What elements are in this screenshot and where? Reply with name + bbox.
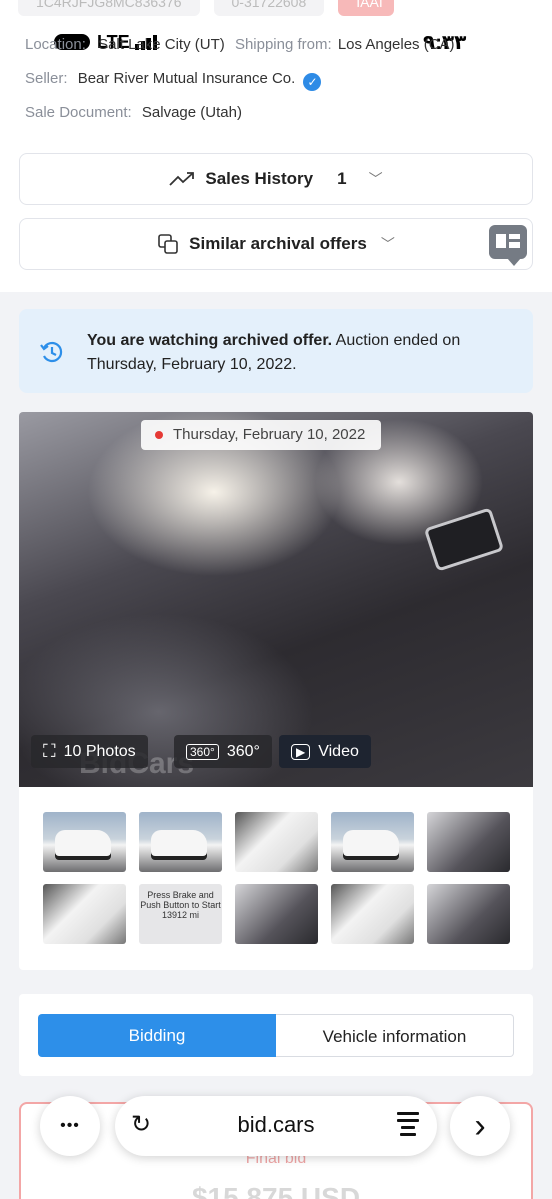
- dash-vent: [423, 507, 505, 572]
- sales-history-label: Sales History: [205, 169, 314, 188]
- play-icon: ▶: [291, 743, 311, 760]
- similar-offers-button[interactable]: Similar archival offers ﹀: [19, 218, 533, 270]
- thumbnail[interactable]: [427, 884, 510, 944]
- thumbnail[interactable]: [235, 884, 318, 944]
- seller-row: Seller: Bear River Mutual Insurance Co. …: [25, 70, 322, 91]
- thumbnail[interactable]: [331, 884, 414, 944]
- main-photo[interactable]: Thursday, February 10, 2022 BidCars: [19, 412, 533, 787]
- thumbnail[interactable]: [139, 812, 222, 872]
- location-row: Location: Salt Lake City (UT) Shipping f…: [25, 36, 455, 53]
- address-bar[interactable]: ↻ bid.cars: [115, 1096, 437, 1156]
- location-value: Salt Lake City (UT): [98, 36, 225, 53]
- lot-chip[interactable]: 0-31722608: [213, 0, 325, 16]
- thumbnail[interactable]: [43, 884, 126, 944]
- trending-up-icon: [169, 172, 195, 186]
- photos-button[interactable]: ⛶ 10 Photos: [31, 735, 148, 768]
- thumbnail[interactable]: [235, 812, 318, 872]
- details-tabs: Bidding Vehicle information: [19, 994, 533, 1076]
- video-button-label: Video: [318, 742, 359, 760]
- chevron-down-icon: ﹀: [380, 236, 395, 252]
- notice-bold: You are watching archived offer.: [87, 332, 333, 349]
- forward-button[interactable]: ›: [450, 1096, 510, 1156]
- sale-document-label: Sale Document:: [25, 104, 132, 121]
- chevron-right-icon: ›: [474, 1107, 486, 1145]
- photo-gallery: Thursday, February 10, 2022 BidCars ⛶ 10…: [19, 412, 533, 970]
- more-icon: •••: [60, 1117, 80, 1134]
- sale-document-row: Sale Document: Salvage (Utah): [25, 104, 242, 121]
- vin-chip[interactable]: 1C4RJFJG8MC836376: [18, 0, 200, 16]
- video-button[interactable]: ▶ Video: [279, 735, 371, 768]
- thumbnail[interactable]: [427, 812, 510, 872]
- notice-text: You are watching archived offer. Auction…: [87, 329, 517, 377]
- history-icon: [40, 341, 63, 363]
- 360-icon: 360°: [186, 743, 219, 760]
- view-360-label: 360°: [226, 742, 260, 760]
- thumbnail-grid: Press Brake and Push Button to Start 139…: [43, 812, 513, 944]
- sales-history-count: 1: [337, 169, 347, 188]
- similar-offers-label: Similar archival offers: [189, 234, 367, 253]
- fullscreen-icon: ⛶: [43, 741, 56, 761]
- verified-icon: ✓: [303, 73, 322, 91]
- top-chips: 1C4RJFJG8MC836376 0-31722608 IAAI: [18, 0, 395, 16]
- thumbnail[interactable]: [43, 812, 126, 872]
- chat-widget-icon[interactable]: [489, 225, 527, 266]
- tab-vehicle-information[interactable]: Vehicle information: [276, 1014, 514, 1057]
- reader-icon[interactable]: [397, 1112, 419, 1138]
- shipping-label: Shipping from:: [234, 36, 332, 53]
- auction-chip[interactable]: IAAI: [338, 0, 395, 16]
- auction-date-badge: Thursday, February 10, 2022: [141, 420, 382, 450]
- tab-bidding[interactable]: Bidding: [38, 1014, 276, 1057]
- seller-value: Bear River Mutual Insurance Co.: [77, 70, 296, 87]
- sales-history-button[interactable]: Sales History 1 ﹀: [19, 153, 533, 205]
- thumbnail-text: Press Brake and Push Button to Start 139…: [140, 890, 221, 920]
- final-bid-value: $15,875 USD: [191, 1182, 361, 1199]
- view-360-button[interactable]: 360° 360°: [174, 735, 272, 768]
- chevron-down-icon: ﹀: [368, 171, 383, 187]
- thumbnail[interactable]: Press Brake and Push Button to Start 139…: [139, 884, 222, 944]
- browser-toolbar: ••• ↻ bid.cars ›: [40, 1096, 512, 1156]
- archived-notice: You are watching archived offer. Auction…: [19, 309, 533, 393]
- photos-button-label: 10 Photos: [63, 742, 136, 760]
- seller-label: Seller:: [25, 70, 68, 87]
- thumbnail[interactable]: [331, 812, 414, 872]
- more-menu-button[interactable]: •••: [40, 1096, 100, 1156]
- sale-document-value: Salvage (Utah): [141, 104, 242, 121]
- copy-icon: [158, 234, 178, 254]
- location-label: Location:: [25, 36, 86, 53]
- url-domain: bid.cars: [237, 1112, 315, 1137]
- shipping-value: Los Angeles (CA): [337, 36, 455, 53]
